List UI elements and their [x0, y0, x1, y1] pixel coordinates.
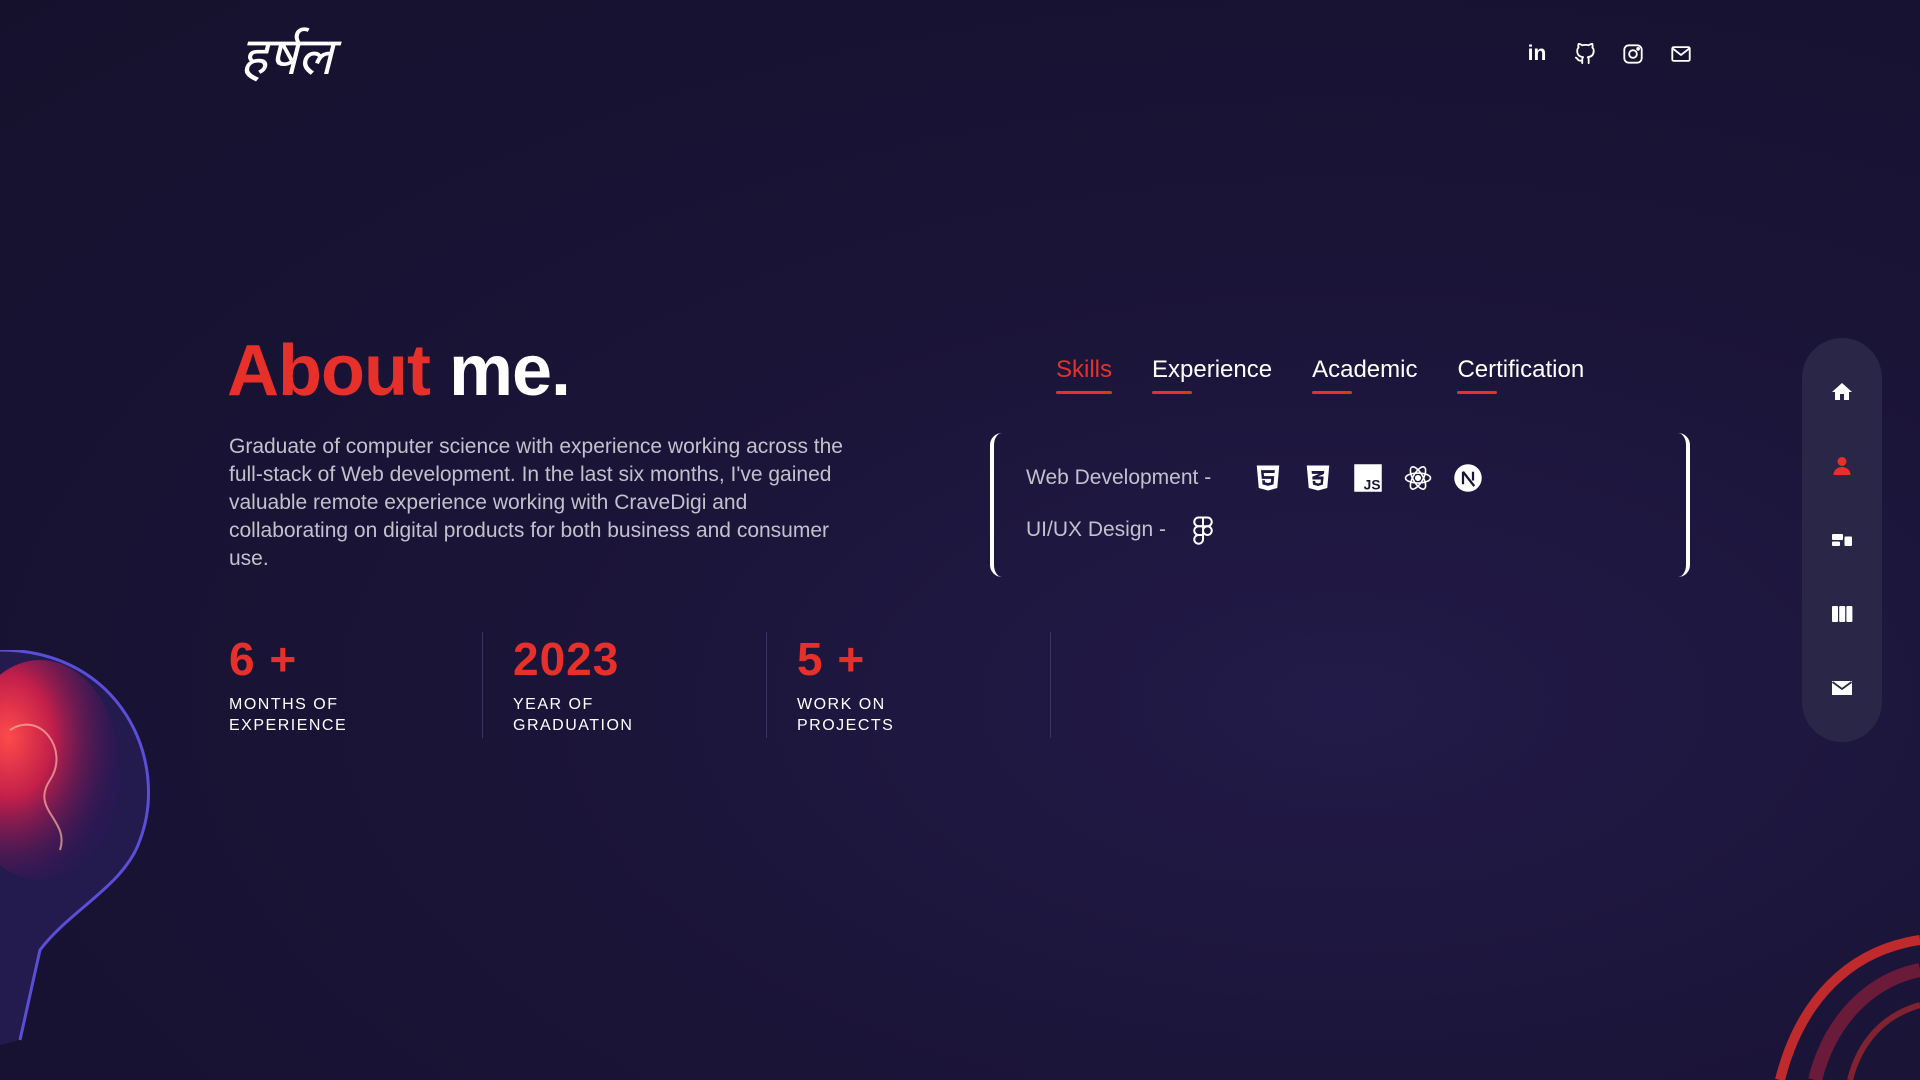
skill-row-design: UI/UX Design - [1026, 515, 1218, 545]
stat-graduation: 2023 YEAR OF GRADUATION [483, 632, 767, 738]
stat-label: MONTHS OF EXPERIENCE [229, 696, 348, 734]
skill-label: UI/UX Design - [1026, 518, 1167, 541]
about-tabs: Skills Experience Academic Certification [1056, 356, 1584, 394]
stat-label: WORK ON PROJECTS [797, 696, 895, 734]
svg-text:JS: JS [1364, 477, 1381, 492]
social-links: in [1525, 42, 1693, 66]
side-navigation [1802, 338, 1882, 742]
mail-icon[interactable] [1669, 42, 1693, 66]
instagram-icon[interactable] [1621, 42, 1645, 66]
skill-label: Web Development - [1026, 466, 1212, 489]
skills-panel: Web Development - JS UI/UX Design - [990, 433, 1690, 577]
tab-academic[interactable]: Academic [1312, 356, 1417, 394]
skill-row-web: Web Development - JS [1026, 463, 1483, 493]
tab-skills[interactable]: Skills [1056, 356, 1113, 394]
lightbulb-brain-illustration [0, 650, 150, 1045]
site-logo[interactable]: हर्षल [240, 22, 382, 92]
nav-home-icon[interactable] [1822, 372, 1862, 412]
stat-experience: 6 + MONTHS OF EXPERIENCE [229, 632, 483, 738]
stat-label: YEAR OF GRADUATION [513, 696, 634, 734]
tab-experience[interactable]: Experience [1152, 356, 1272, 394]
page-title: About me. [227, 330, 571, 412]
red-swirl-decoration [1775, 935, 1920, 1080]
github-icon[interactable] [1573, 42, 1597, 66]
tab-certification[interactable]: Certification [1457, 356, 1584, 394]
html5-icon [1253, 463, 1283, 493]
nav-work-icon[interactable] [1822, 594, 1862, 634]
nextjs-icon [1453, 463, 1483, 493]
title-rest: me. [448, 331, 571, 411]
stats-row: 6 + MONTHS OF EXPERIENCE 2023 YEAR OF GR… [229, 632, 1051, 738]
about-description: Graduate of computer science with experi… [229, 435, 843, 570]
figma-icon [1188, 515, 1218, 545]
stat-value: 6 + [229, 633, 298, 685]
stat-value: 2023 [513, 633, 620, 685]
stat-projects: 5 + WORK ON PROJECTS [767, 632, 1051, 738]
nav-services-icon[interactable] [1822, 520, 1862, 560]
css3-icon [1303, 463, 1333, 493]
javascript-icon: JS [1353, 463, 1383, 493]
linkedin-icon[interactable]: in [1525, 42, 1549, 66]
title-accent: About [227, 331, 431, 411]
nav-contact-mail-icon[interactable] [1822, 668, 1862, 708]
react-icon [1403, 463, 1433, 493]
nav-about-user-icon[interactable] [1822, 446, 1862, 486]
stat-value: 5 + [797, 633, 866, 685]
